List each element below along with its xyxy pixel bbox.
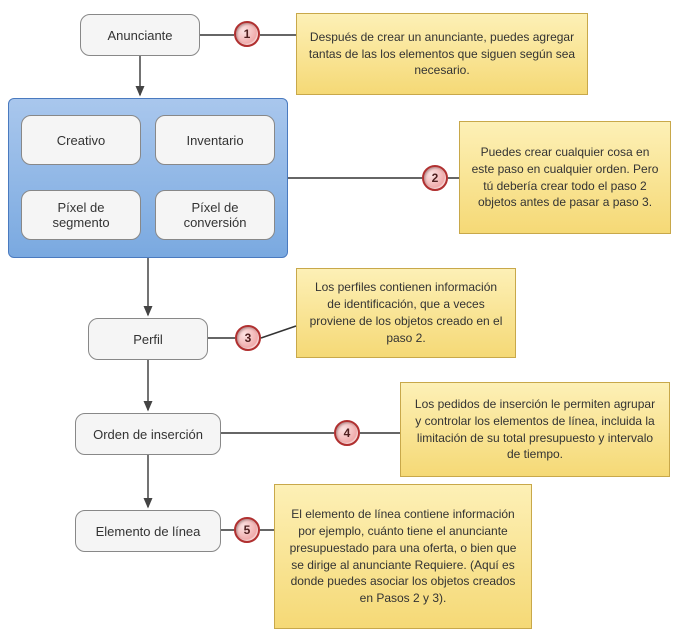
- node-inventory: Inventario: [155, 115, 275, 165]
- node-creative: Creativo: [21, 115, 141, 165]
- step-badge-2: 2: [422, 165, 448, 191]
- badge-number: 5: [244, 523, 251, 537]
- node-line-item: Elemento de línea: [75, 510, 221, 552]
- note-step-4: Los pedidos de inserción le permiten agr…: [400, 382, 670, 477]
- step-badge-5: 5: [234, 517, 260, 543]
- node-label: Creativo: [57, 133, 105, 148]
- step-badge-1: 1: [234, 21, 260, 47]
- note-step-2: Puedes crear cualquier cosa en este paso…: [459, 121, 671, 234]
- note-text: Después de crear un anunciante, puedes a…: [307, 29, 577, 79]
- node-label: Píxel de segmento: [30, 200, 132, 230]
- note-step-5: El elemento de línea contiene informació…: [274, 484, 532, 629]
- note-text: El elemento de línea contiene informació…: [285, 506, 521, 607]
- badge-number: 3: [245, 331, 252, 345]
- node-segment-pixel: Píxel de segmento: [21, 190, 141, 240]
- node-profile: Perfil: [88, 318, 208, 360]
- note-text: Los pedidos de inserción le permiten agr…: [411, 396, 659, 463]
- note-step-1: Después de crear un anunciante, puedes a…: [296, 13, 588, 95]
- badge-number: 4: [344, 426, 351, 440]
- badge-number: 2: [432, 171, 439, 185]
- node-insertion-order: Orden de inserción: [75, 413, 221, 455]
- step-badge-3: 3: [235, 325, 261, 351]
- node-label: Perfil: [133, 332, 163, 347]
- step-badge-4: 4: [334, 420, 360, 446]
- note-text: Los perfiles contienen información de id…: [307, 279, 505, 346]
- node-label: Orden de inserción: [93, 427, 203, 442]
- node-label: Inventario: [186, 133, 243, 148]
- node-label: Elemento de línea: [96, 524, 201, 539]
- node-label: Anunciante: [107, 28, 172, 43]
- node-advertiser: Anunciante: [80, 14, 200, 56]
- node-label: Píxel de conversión: [164, 200, 266, 230]
- node-conversion-pixel: Píxel de conversión: [155, 190, 275, 240]
- note-step-3: Los perfiles contienen información de id…: [296, 268, 516, 358]
- note-text: Puedes crear cualquier cosa en este paso…: [470, 144, 660, 211]
- badge-number: 1: [244, 27, 251, 41]
